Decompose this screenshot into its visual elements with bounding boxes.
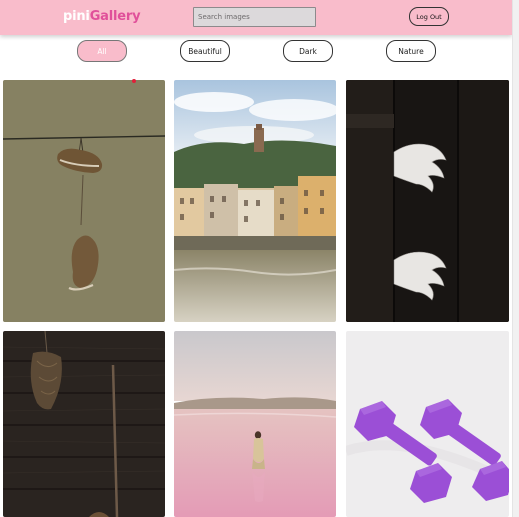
hands-through-door-photo [346, 80, 509, 322]
gallery-image-hands[interactable] [346, 80, 509, 322]
filter-nature-button[interactable]: Nature [386, 40, 436, 62]
logo-suffix: Gallery [89, 9, 141, 24]
notification-dot [132, 79, 136, 83]
dark-wooden-wall-photo [3, 331, 165, 517]
gallery-image-pink-lake[interactable] [174, 331, 336, 517]
gallery-image-sneakers[interactable] [3, 80, 165, 322]
logout-button[interactable]: Log Out [409, 7, 449, 26]
filter-dark-button[interactable]: Dark [283, 40, 333, 62]
search-input[interactable] [193, 7, 316, 27]
gallery-image-florence[interactable] [174, 80, 336, 322]
top-navbar: piniGallery Log Out [0, 0, 512, 35]
page-scrollbar[interactable] [512, 0, 519, 517]
filter-beautiful-button[interactable]: Beautiful [180, 40, 230, 62]
app-logo[interactable]: piniGallery [63, 9, 141, 24]
gallery-image-dumbbells[interactable] [346, 331, 509, 517]
gallery-image-wood[interactable] [3, 331, 165, 517]
florence-riverside-photo [174, 80, 336, 322]
sneakers-on-wire-photo [3, 80, 165, 322]
logo-prefix: pini [63, 9, 90, 24]
purple-dumbbells-photo [346, 331, 509, 517]
filter-all-button[interactable]: All [77, 40, 127, 62]
woman-in-pink-lake-photo [174, 331, 336, 517]
